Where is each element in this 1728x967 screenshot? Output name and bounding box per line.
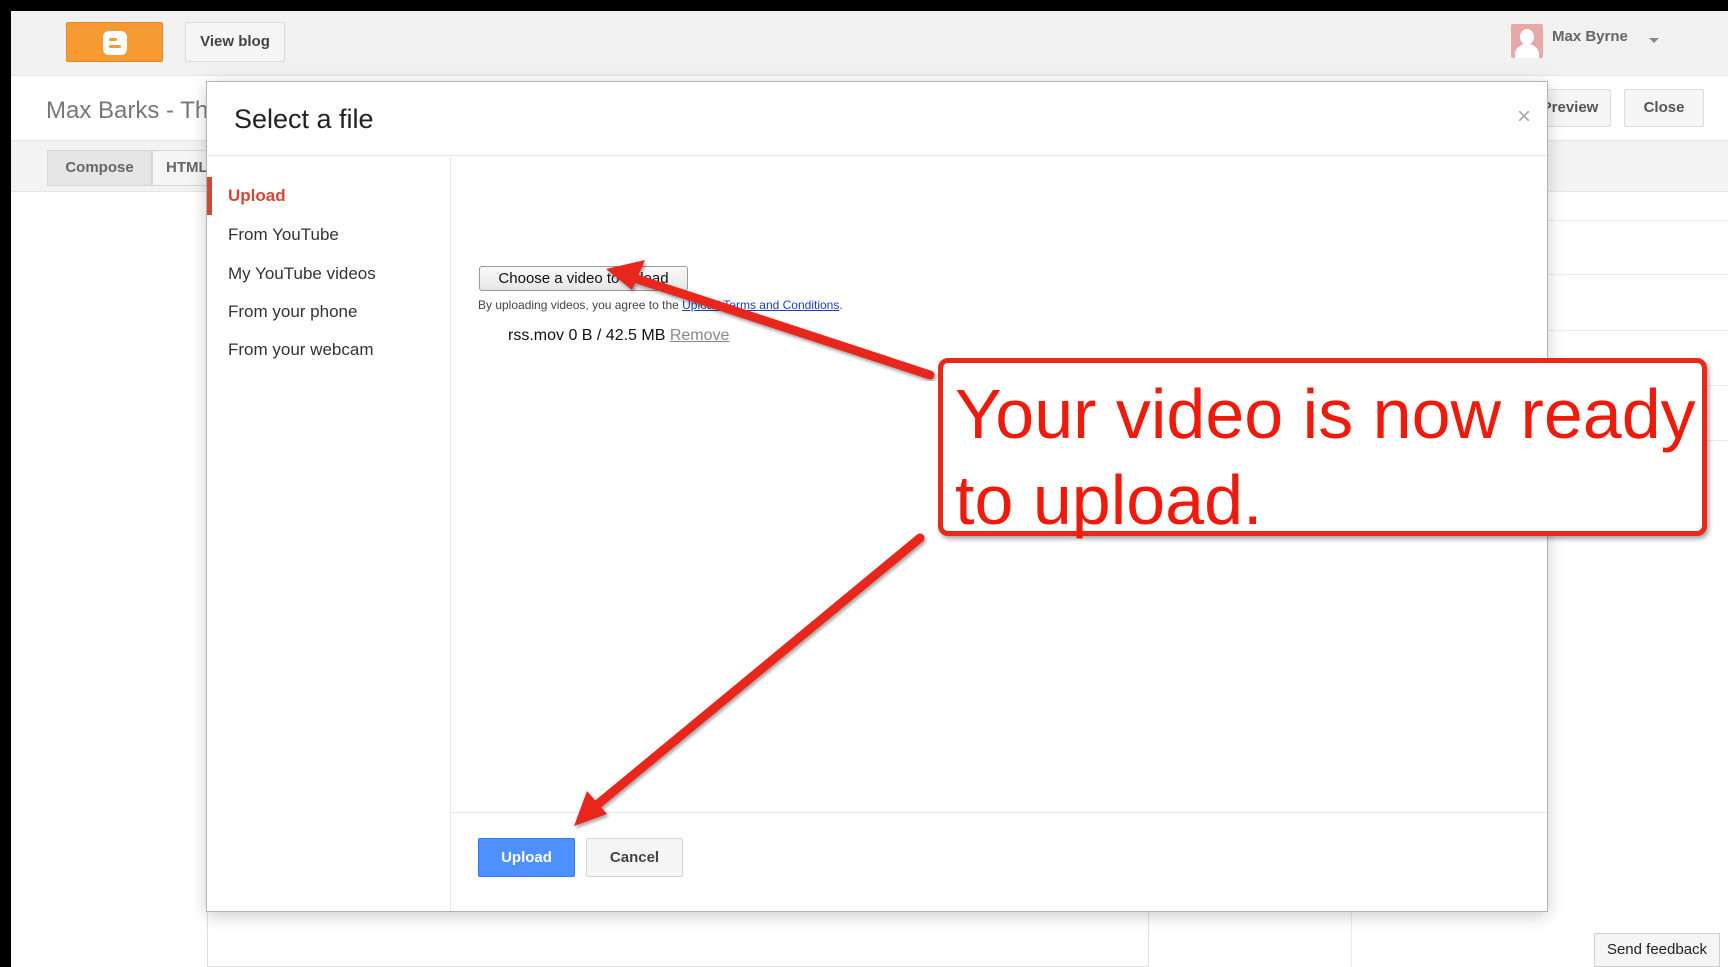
blogger-logo-button[interactable]: [66, 22, 163, 62]
close-icon[interactable]: ×: [1517, 103, 1531, 131]
chevron-down-icon[interactable]: [1649, 38, 1659, 43]
dialog-header: Select a file ×: [207, 82, 1547, 156]
avatar-icon[interactable]: [1511, 24, 1543, 58]
dialog-footer: Upload Cancel: [452, 812, 1547, 911]
sidebar-item-from-youtube[interactable]: From YouTube: [207, 216, 450, 254]
send-feedback-button[interactable]: Send feedback: [1594, 933, 1720, 967]
terms-prefix: By uploading videos, you agree to the: [478, 298, 683, 312]
tab-html[interactable]: HTML: [152, 150, 212, 186]
post-title: Max Barks - Th: [46, 97, 209, 124]
choose-video-button[interactable]: Choose a video to upload: [479, 266, 688, 291]
sidebar-item-my-youtube-videos[interactable]: My YouTube videos: [207, 255, 450, 293]
terms-suffix: .: [839, 298, 843, 312]
callout-line-2: to upload.: [955, 461, 1263, 539]
remove-file-link[interactable]: Remove: [670, 327, 730, 344]
user-name[interactable]: Max Byrne: [1552, 28, 1628, 45]
annotation-callout: Your video is now ready to upload.: [938, 358, 1707, 539]
sidebar-item-from-phone[interactable]: From your phone: [207, 293, 450, 331]
callout-line-1: Your video is now ready: [955, 375, 1696, 453]
sidebar-item-upload[interactable]: Upload: [207, 177, 450, 215]
callout-text: Your video is now ready to upload.: [955, 371, 1702, 543]
dialog-sidebar: Upload From YouTube My YouTube videos Fr…: [207, 157, 451, 911]
blogger-logo-icon: [103, 31, 127, 55]
sidebar-item-from-webcam[interactable]: From your webcam: [207, 331, 450, 369]
cancel-button[interactable]: Cancel: [586, 838, 683, 877]
selected-file: rss.mov 0 B / 42.5 MB Remove: [508, 327, 729, 345]
file-name-size: rss.mov 0 B / 42.5 MB: [508, 327, 666, 344]
terms-text: By uploading videos, you agree to the Up…: [478, 298, 843, 312]
terms-link[interactable]: Upload Terms and Conditions: [682, 298, 839, 312]
close-button[interactable]: Close: [1624, 89, 1704, 127]
tab-compose[interactable]: Compose: [47, 150, 152, 186]
upload-button[interactable]: Upload: [478, 838, 575, 877]
view-blog-button[interactable]: View blog: [185, 22, 285, 62]
top-bar: View blog Max Byrne: [11, 11, 1728, 76]
dialog-title: Select a file: [234, 104, 374, 134]
